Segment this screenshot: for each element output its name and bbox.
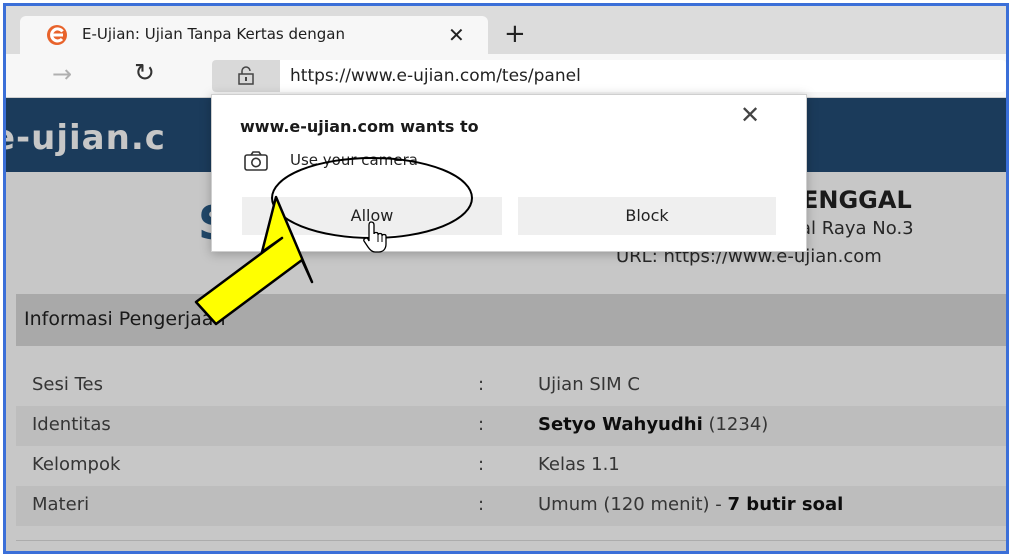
block-button[interactable]: Block [518, 197, 776, 235]
browser-toolbar: → ↻ https://www.e-ujian.com/tes/panel [6, 54, 1006, 98]
address-bar[interactable]: https://www.e-ujian.com/tes/panel [212, 60, 1006, 92]
new-tab-button[interactable]: + [504, 21, 526, 47]
forward-icon[interactable]: → [52, 60, 72, 88]
camera-icon [244, 151, 268, 171]
reload-icon[interactable]: ↻ [134, 58, 155, 87]
close-icon[interactable]: ✕ [740, 101, 760, 129]
edge-e-logo-icon [47, 25, 67, 45]
permission-label: Use your camera [290, 151, 418, 169]
tab-title: E-Ujian: Ujian Tanpa Kertas dengan [82, 25, 345, 43]
permission-popup: www.e-ujian.com wants to ✕ Use your came… [211, 94, 807, 252]
tab-close-icon[interactable]: ✕ [448, 23, 465, 47]
site-info-button[interactable] [212, 60, 280, 92]
tab-strip: E-Ujian: Ujian Tanpa Kertas dengan ✕ + [6, 6, 1006, 54]
tab-title-fade [400, 20, 440, 50]
url-text[interactable]: https://www.e-ujian.com/tes/panel [290, 66, 581, 86]
allow-button[interactable]: Allow [242, 197, 502, 235]
browser-window: E-Ujian: Ujian Tanpa Kertas dengan ✕ + →… [3, 3, 1009, 554]
popup-title: www.e-ujian.com wants to [240, 117, 479, 136]
browser-tab[interactable]: E-Ujian: Ujian Tanpa Kertas dengan ✕ [20, 16, 488, 54]
lock-icon [238, 66, 254, 85]
